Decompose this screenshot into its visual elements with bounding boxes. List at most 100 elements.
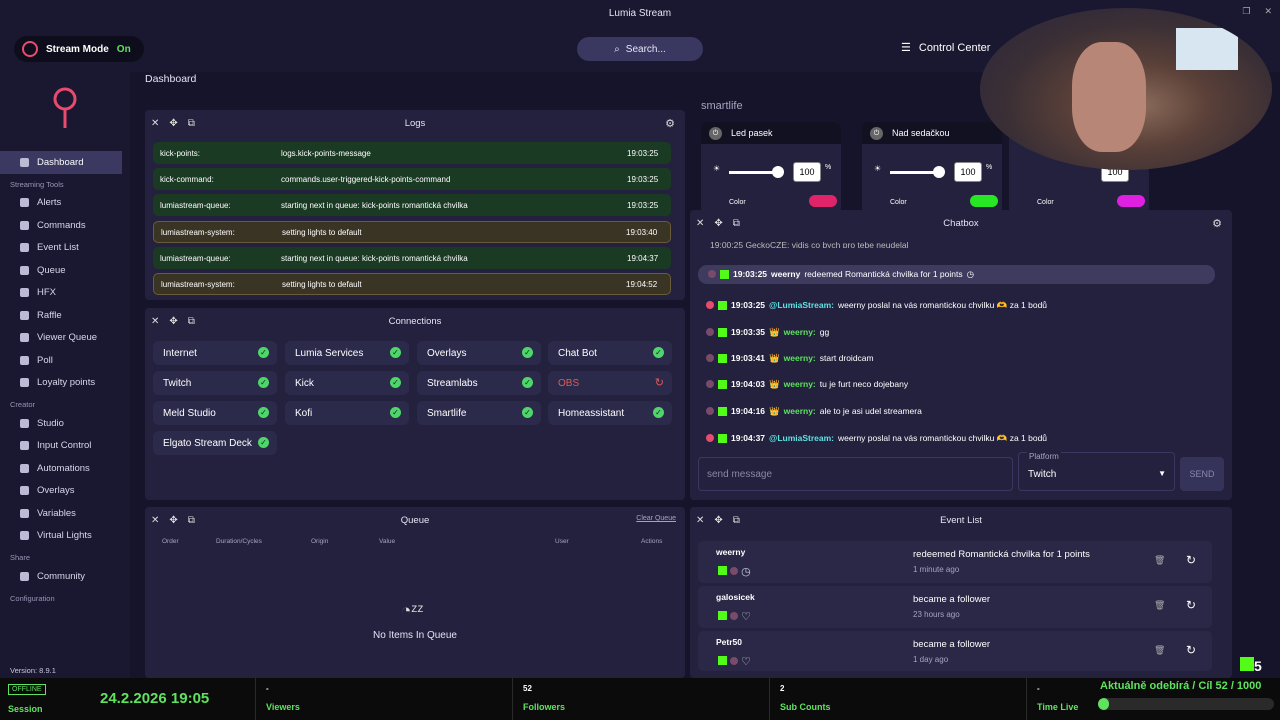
connection-kofi[interactable]: Kofi ✓ xyxy=(285,401,409,425)
col-duration: Duration/Cycles xyxy=(216,538,262,545)
slider-knob[interactable] xyxy=(933,166,945,178)
chat-time: 19:03:35 xyxy=(731,327,766,337)
log-row: kick-command: commands.user-triggered-kic… xyxy=(153,168,671,190)
close-icon[interactable]: ✕ xyxy=(1264,6,1272,17)
slider-knob[interactable] xyxy=(772,166,784,178)
chat-text: weerny poslal na vás romantickou chvilku… xyxy=(838,299,1048,310)
restore-icon[interactable]: ❐ xyxy=(1242,6,1250,17)
kick-icon xyxy=(718,611,727,620)
refresh-icon[interactable]: ↻ xyxy=(655,376,664,389)
power-icon[interactable]: ⏻ xyxy=(709,127,722,140)
nav-automations[interactable]: Automations xyxy=(0,457,130,480)
chat-line: 19:03:25 weerny redeemed Romantická chvilk… xyxy=(708,265,974,283)
log-source: lumiastream-system: xyxy=(161,227,235,237)
chat-text: start droidcam xyxy=(819,353,874,363)
logs-panel: ✕ ✥ ⧉ Logs ⚙ kick-points: logs.kick-points-… xyxy=(145,110,685,300)
avatar xyxy=(730,657,739,665)
brightness-icon: ☀ xyxy=(874,164,882,173)
stream-mode-icon xyxy=(22,41,38,57)
check-icon: ✓ xyxy=(522,347,533,358)
connection-chat-bot[interactable]: Chat Bot ✓ xyxy=(548,341,672,365)
event-user: galosicek xyxy=(716,592,755,602)
nav-dashboard[interactable]: Dashboard xyxy=(0,151,122,174)
nav-variables[interactable]: Variables xyxy=(0,502,130,525)
brightness-slider[interactable] xyxy=(890,171,938,174)
connection-overlays[interactable]: Overlays ✓ xyxy=(417,341,541,365)
connection-meld-studio[interactable]: Meld Studio ✓ xyxy=(153,401,277,425)
chat-partial-line: 19:00:25 GeckoCZE: vidis co bych pro teb… xyxy=(710,240,909,248)
nav-raffle[interactable]: Raffle xyxy=(0,304,130,327)
version-label: Version: 8.9.1 xyxy=(10,666,56,675)
connection-label: Streamlabs xyxy=(427,377,478,389)
stat-value: 52 xyxy=(523,684,532,693)
avatar xyxy=(706,407,714,415)
replay-icon[interactable]: ↻ xyxy=(1186,553,1196,567)
nav-event-list[interactable]: Event List xyxy=(0,237,130,260)
stream-mode-toggle[interactable]: Stream Mode On xyxy=(14,36,144,62)
connection-homeassistant[interactable]: Homeassistant ✓ xyxy=(548,401,672,425)
section-streaming: Streaming Tools xyxy=(10,179,64,189)
offline-badge: OFFLINE xyxy=(8,684,46,695)
chat-input[interactable]: send message xyxy=(698,457,1013,491)
trash-icon[interactable]: 🗑 xyxy=(1154,645,1165,656)
variables-icon xyxy=(20,508,29,518)
power-icon[interactable]: ⏻ xyxy=(870,127,883,140)
nav-loyalty[interactable]: Loyalty points xyxy=(0,372,130,395)
connection-kick[interactable]: Kick ✓ xyxy=(285,371,409,395)
send-button[interactable]: SEND xyxy=(1180,457,1224,491)
nav-overlays[interactable]: Overlays xyxy=(0,480,130,503)
gear-icon[interactable]: ⚙ xyxy=(665,117,675,130)
chat-text: redeemed Romantická chvilka for 1 points xyxy=(804,269,963,279)
trash-icon[interactable]: 🗑 xyxy=(1154,555,1165,566)
connection-label: Smartlife xyxy=(427,407,467,419)
search-bar[interactable]: ⌕ Search... xyxy=(577,37,703,61)
control-center-button[interactable]: ☰ Control Center xyxy=(901,41,990,55)
connection-lumia-services[interactable]: Lumia Services ✓ xyxy=(285,341,409,365)
alerts-icon xyxy=(20,198,29,208)
connection-twitch[interactable]: Twitch ✓ xyxy=(153,371,277,395)
nav-studio[interactable]: Studio xyxy=(0,412,130,435)
connection-internet[interactable]: Internet ✓ xyxy=(153,341,277,365)
panel-title: Event List xyxy=(940,515,982,526)
log-source: lumiastream-queue: xyxy=(160,200,231,210)
chat-user: @LumiaStream: xyxy=(769,300,835,310)
color-swatch[interactable] xyxy=(970,195,998,207)
connection-obs[interactable]: OBS ↻ xyxy=(548,371,672,395)
chat-time: 19:04:03 xyxy=(731,379,766,389)
connection-smartlife[interactable]: Smartlife ✓ xyxy=(417,401,541,425)
nav-commands[interactable]: Commands xyxy=(0,214,130,237)
nav-virtual-lights[interactable]: Virtual Lights xyxy=(0,525,130,548)
chat-user: weerny: xyxy=(783,406,816,416)
color-label: Color xyxy=(890,199,907,206)
nav-queue[interactable]: Queue xyxy=(0,259,130,282)
chat-line: 19:04:16 👑 weerny: ale to je asi udel strea… xyxy=(706,402,922,420)
check-icon: ✓ xyxy=(258,347,269,358)
log-message: setting lights to default xyxy=(282,227,362,237)
nav-hfx[interactable]: HFX xyxy=(0,282,130,305)
gear-icon[interactable]: ⚙ xyxy=(1212,217,1222,230)
trash-icon[interactable]: 🗑 xyxy=(1154,600,1165,611)
nav-poll[interactable]: Poll xyxy=(0,349,130,372)
color-swatch[interactable] xyxy=(1117,195,1145,207)
clear-queue-link[interactable]: Clear Queue xyxy=(636,515,676,522)
platform-select[interactable]: Platform Twitch ▼ xyxy=(1018,452,1175,491)
input-control-icon xyxy=(20,441,29,451)
brightness-input[interactable]: 100 xyxy=(954,162,982,182)
avatar xyxy=(730,567,739,575)
log-message: starting next in queue: kick-points roma… xyxy=(281,253,468,263)
nav-viewer-queue[interactable]: Viewer Queue xyxy=(0,327,130,350)
replay-icon[interactable]: ↻ xyxy=(1186,598,1196,612)
color-swatch[interactable] xyxy=(809,195,837,207)
brightness-slider[interactable] xyxy=(729,171,777,174)
nav-input-control[interactable]: Input Control xyxy=(0,435,130,458)
nav-label: Overlays xyxy=(37,485,75,497)
nav-alerts[interactable]: Alerts xyxy=(0,192,130,215)
replay-icon[interactable]: ↻ xyxy=(1186,643,1196,657)
nav-community[interactable]: Community xyxy=(0,565,130,588)
connection-elgato[interactable]: Elgato Stream Deck ✓ xyxy=(153,431,277,455)
chat-line: 19:04:37 @LumiaStream: weerny poslal na vá… xyxy=(706,429,1047,447)
viewer-queue-icon xyxy=(20,333,29,343)
connection-streamlabs[interactable]: Streamlabs ✓ xyxy=(417,371,541,395)
event-text: became a follower xyxy=(913,639,991,650)
brightness-input[interactable]: 100 xyxy=(793,162,821,182)
